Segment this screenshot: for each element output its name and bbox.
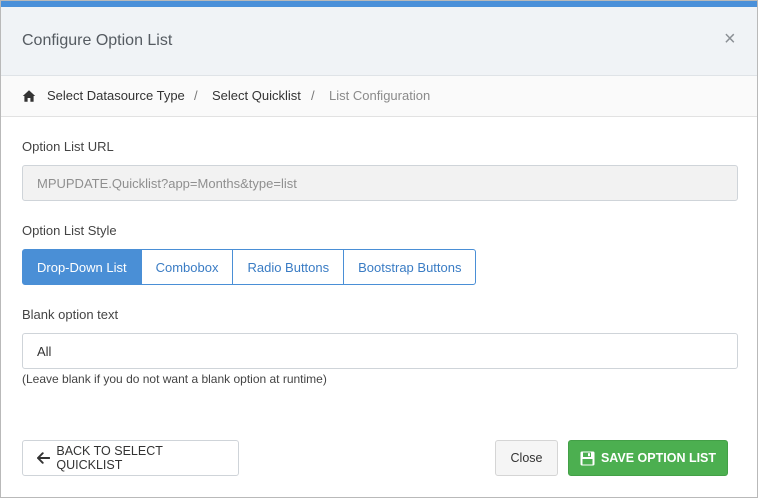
option-list-url-input[interactable] (22, 165, 738, 201)
save-option-list-button[interactable]: SAVE OPTION LIST (568, 440, 728, 476)
style-radio-buttons-button[interactable]: Radio Buttons (232, 249, 345, 285)
breadcrumb-separator: / (194, 88, 198, 103)
modal-title: Configure Option List (22, 32, 173, 49)
back-button-label: BACK TO SELECT QUICKLIST (56, 444, 163, 472)
style-combobox-button[interactable]: Combobox (140, 249, 234, 285)
option-list-style-label: Option List Style (22, 223, 117, 238)
blank-option-text-label: Blank option text (22, 307, 119, 322)
save-button-label: SAVE OPTION LIST (600, 451, 717, 465)
style-drop-down-list-button[interactable]: Drop-Down List (22, 249, 142, 285)
close-icon[interactable]: × (724, 29, 736, 49)
close-button[interactable]: Close (495, 440, 558, 476)
breadcrumb-separator: / (311, 88, 315, 103)
breadcrumb-select-datasource-type[interactable]: Select Datasource Type (47, 88, 185, 103)
floppy-disk-icon (580, 451, 595, 465)
breadcrumb: Select Datasource Type / Select Quicklis… (1, 76, 757, 117)
configure-option-list-dialog: Configure Option List × Select Datasourc… (0, 0, 758, 498)
blank-option-help-text: (Leave blank if you do not want a blank … (22, 372, 327, 386)
modal-header: Configure Option List × (1, 7, 757, 76)
style-bootstrap-buttons-button[interactable]: Bootstrap Buttons (343, 249, 477, 285)
breadcrumb-list-configuration: List Configuration (329, 88, 431, 103)
close-button-label: Close (510, 451, 543, 465)
option-list-style-group: Drop-Down List Combobox Radio Buttons Bo… (22, 249, 477, 285)
blank-option-text-input[interactable] (22, 333, 738, 369)
home-icon[interactable] (22, 89, 36, 103)
back-to-select-quicklist-button[interactable]: BACK TO SELECT QUICKLIST (22, 440, 239, 476)
arrow-left-icon (37, 452, 51, 464)
breadcrumb-select-quicklist[interactable]: Select Quicklist (212, 88, 301, 103)
option-list-url-label: Option List URL (22, 139, 114, 154)
